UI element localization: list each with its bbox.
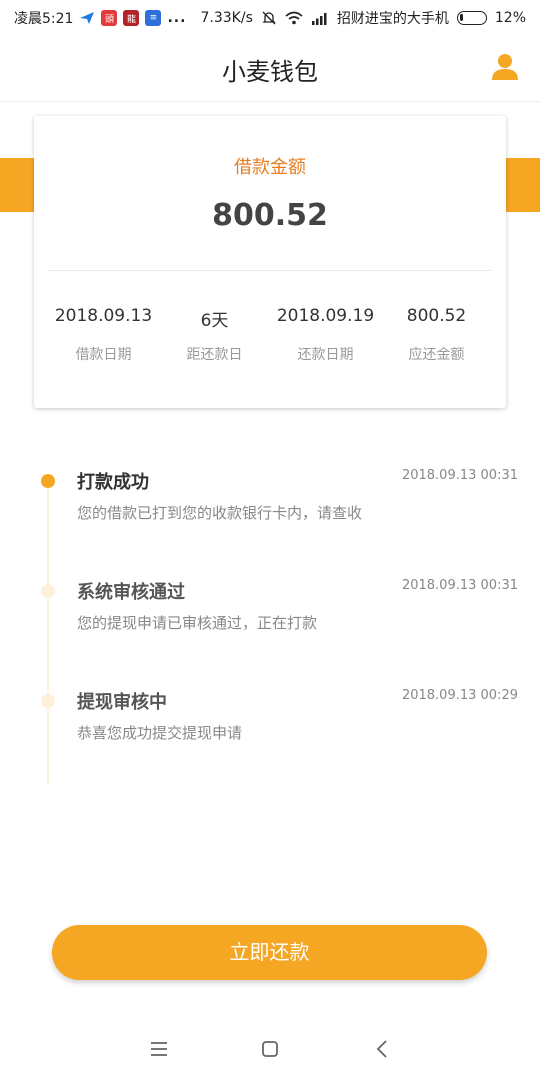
stat-amount-due: 800.52 应还金额 [381, 306, 492, 364]
status-time: 凌晨5:21 [14, 11, 74, 27]
back-icon[interactable] [368, 1034, 398, 1064]
loan-card: 借款金额 800.52 2018.09.13 借款日期 6天 距还款日 2018… [34, 116, 506, 408]
stat-loan-date: 2018.09.13 借款日期 [48, 306, 159, 364]
net-speed: 7.33K/s [200, 10, 253, 26]
stat-repay-date: 2018.09.19 还款日期 [270, 306, 381, 364]
page-title: 小麦钱包 [222, 58, 318, 86]
timeline-dot [41, 694, 55, 708]
menu-icon[interactable] [144, 1034, 174, 1064]
stat-value: 2018.09.13 [54, 306, 153, 326]
status-timeline: 打款成功 2018.09.13 00:31 您的借款已打到您的收款银行卡内，请查… [0, 440, 540, 790]
battery-icon [456, 11, 487, 25]
carrier-name: 招财进宝的大手机 [336, 11, 449, 27]
timeline-time: 2018.09.13 00:31 [401, 578, 518, 593]
system-nav-bar [0, 1020, 540, 1080]
timeline-title: 提现审核中 [77, 692, 167, 713]
bell-muted-icon [262, 11, 276, 25]
app-badge-icon: 頭 [101, 10, 118, 26]
stat-value: 800.52 [406, 306, 467, 326]
bird-icon [80, 12, 95, 24]
timeline-item: 提现审核中 2018.09.13 00:29 恭喜您成功提交提现申请 [0, 660, 540, 750]
timeline-desc: 恭喜您成功提交提现申请 [77, 724, 243, 742]
loan-stats: 2018.09.13 借款日期 6天 距还款日 2018.09.19 还款日期 … [48, 306, 492, 364]
home-icon[interactable] [255, 1034, 285, 1064]
stat-label: 借款日期 [75, 347, 132, 363]
timeline-time: 2018.09.13 00:31 [401, 468, 518, 483]
timeline-title: 系统审核通过 [77, 582, 185, 603]
stat-value: 6天 [200, 311, 229, 331]
timeline-title: 打款成功 [77, 472, 149, 493]
stat-label: 还款日期 [297, 347, 354, 363]
app-game-icon: 龍 [123, 10, 140, 26]
timeline-dot [41, 584, 55, 598]
timeline-desc: 您的借款已打到您的收款银行卡内，请查收 [77, 504, 363, 522]
stat-label: 距还款日 [186, 347, 243, 363]
timeline-dot-active [41, 474, 55, 488]
user-icon[interactable] [490, 52, 520, 82]
signal-icon [311, 13, 327, 25]
timeline-time: 2018.09.13 00:29 [401, 688, 518, 703]
stat-value: 2018.09.19 [276, 306, 375, 326]
timeline-item: 系统审核通过 2018.09.13 00:31 您的提现申请已审核通过，正在打款 [0, 550, 540, 640]
stat-days-left: 6天 距还款日 [159, 306, 270, 364]
repay-now-button[interactable]: 立即还款 [52, 925, 487, 980]
loan-amount: 800.52 [212, 198, 328, 233]
timeline-item: 打款成功 2018.09.13 00:31 您的借款已打到您的收款银行卡内，请查… [0, 440, 540, 530]
timeline-desc: 您的提现申请已审核通过，正在打款 [77, 614, 318, 632]
loan-amount-label: 借款金额 [234, 157, 306, 178]
wifi-icon [285, 11, 303, 25]
app-header: 小麦钱包 [0, 36, 540, 102]
status-bar: 凌晨5:21 頭 龍 ≡ ... 7.33K/s 招财进宝的大手机 12% [0, 0, 540, 36]
card-divider [48, 270, 492, 271]
status-more: ... [167, 10, 187, 26]
stat-label: 应还金额 [408, 347, 465, 363]
battery-level: 12% [494, 10, 526, 26]
app-doc-icon: ≡ [145, 10, 162, 26]
